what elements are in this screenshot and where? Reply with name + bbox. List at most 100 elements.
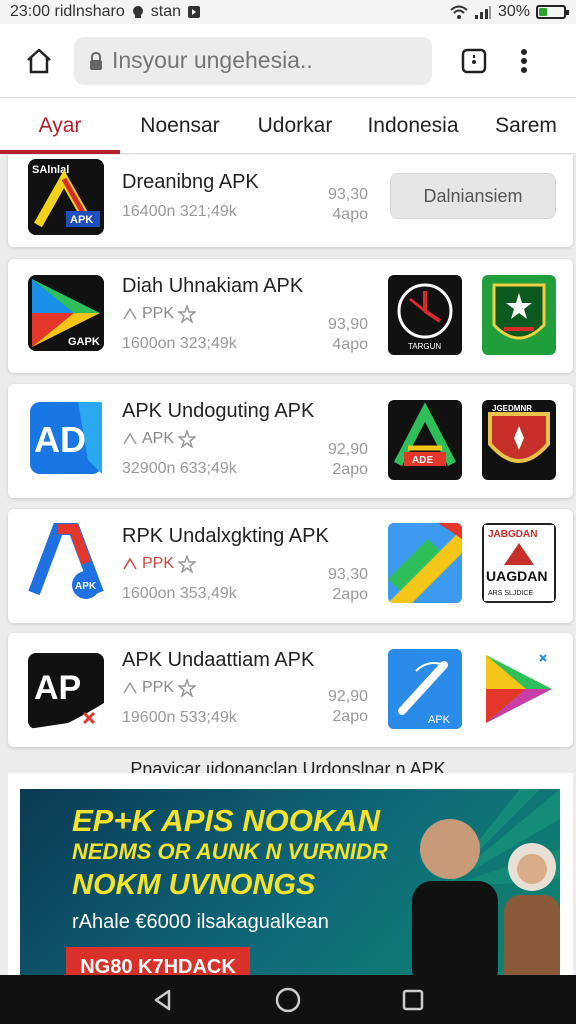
wifi-icon — [450, 5, 468, 19]
thumb-subtext: UAGDAN — [486, 568, 547, 584]
app-icon: AP — [28, 653, 104, 729]
app-rating: 93,30 4apo — [326, 185, 368, 225]
developer-name: PPK — [142, 555, 175, 572]
url-input[interactable] — [112, 47, 402, 74]
app-icon-text: AP — [34, 669, 81, 707]
rating-sub: 2apo — [332, 708, 368, 725]
developer-icon — [123, 557, 137, 570]
shield-emblem-icon: JGEDMNR — [488, 404, 550, 463]
star-icon — [178, 555, 197, 573]
app-title: Dreanibng APK — [122, 171, 259, 193]
app-meta: 16400n 321;49k — [122, 203, 237, 220]
screenshot-thumb[interactable]: APK — [388, 649, 462, 729]
tab-noensar[interactable]: Noensar — [120, 98, 240, 154]
home-button[interactable] — [14, 36, 64, 86]
clock-icon: TARGUN — [397, 283, 453, 351]
thumb-text: ADE — [412, 455, 433, 466]
app-icon: AD — [28, 400, 104, 476]
tab-sarem[interactable]: Sarem — [476, 98, 576, 154]
apk-badge: APK — [70, 214, 93, 226]
ade-logo-icon: ADE — [394, 402, 456, 467]
app-icon: GAPK — [28, 275, 104, 351]
screenshot-thumb[interactable] — [388, 523, 462, 603]
screenshot-thumb[interactable]: ADE — [388, 400, 462, 480]
app-icon-text: AD — [34, 419, 86, 460]
app-developer: PPK — [122, 555, 197, 573]
system-nav-bar — [0, 975, 576, 1024]
app-meta: 32900n 633;49k — [122, 460, 237, 477]
app-rating: 93,30 2apo — [326, 565, 368, 605]
developer-icon — [123, 432, 137, 445]
app-logo-icon: SAlnlal APK — [28, 159, 104, 235]
banner-tagline: NOKM UVNONGS — [72, 869, 316, 901]
app-card[interactable]: SAlnlal APK Dreanibng APK 16400n 321;49k… — [8, 155, 573, 247]
app-card[interactable]: AP APK Undaattiam APK PPK 19600n 533;49k… — [8, 633, 573, 747]
emblem-icon — [492, 283, 546, 340]
screenshot-thumb[interactable] — [482, 649, 556, 729]
app-title: APK Undoguting APK — [122, 400, 315, 422]
location-icon — [132, 6, 143, 18]
promo-banner[interactable]: EP+K APIS NOOKAN NEDMS OR AUNK N VURNIDR… — [20, 789, 560, 975]
screenshot-thumb[interactable]: TARGUN — [388, 275, 462, 355]
developer-icon — [123, 681, 137, 694]
battery-icon — [536, 5, 569, 19]
developer-name: PPK — [142, 679, 175, 696]
star-icon — [178, 305, 197, 323]
app-card[interactable]: AD APK Undoguting APK APK 32900n 633;49k… — [8, 384, 573, 498]
category-tabs: Ayar Noensar Udorkar Indonesia Sarem — [0, 98, 576, 154]
rating-value: 93,30 — [327, 186, 368, 203]
banner-subheadline: NEDMS OR AUNK N VURNIDR — [72, 839, 388, 864]
app-rating: 93,90 4apo — [326, 315, 368, 355]
app-list: SAlnlal APK Dreanibng APK 16400n 321;49k… — [0, 155, 576, 975]
tab-udorkar[interactable]: Udorkar — [240, 98, 350, 154]
thumb-text: JABGDAN — [488, 529, 537, 540]
app-title: Diah Uhnakiam APK — [122, 275, 304, 297]
developer-name: PPK — [142, 305, 175, 322]
pen-icon: APK — [388, 649, 462, 729]
status-time: 23:00 ridlnsharo — [10, 3, 125, 20]
overflow-menu-button[interactable] — [504, 39, 544, 83]
screenshot-thumb[interactable]: JABGDAN UAGDAN ARS SLJDICE — [482, 523, 556, 603]
more-vert-icon — [521, 48, 527, 73]
rating-value: 92,90 — [327, 441, 368, 458]
thumb-text: TARGUN — [408, 342, 441, 351]
maps-icon — [388, 523, 462, 603]
developer-icon — [123, 307, 137, 320]
notification-icon — [188, 6, 200, 18]
recents-button[interactable] — [391, 978, 435, 1022]
rating-sub: 4apo — [332, 336, 368, 353]
tab-indonesia[interactable]: Indonesia — [350, 98, 476, 154]
apk-badge: APK — [75, 581, 97, 592]
back-button[interactable] — [141, 978, 185, 1022]
app-title: APK Undaattiam APK — [122, 649, 315, 671]
apk-badge: GAPK — [68, 336, 100, 348]
app-meta: 19600n 533;49k — [122, 709, 237, 726]
thumb-text: APK — [428, 714, 451, 726]
star-icon — [178, 679, 197, 697]
app-rating: 92,90 2apo — [326, 687, 368, 727]
back-icon — [154, 989, 170, 1010]
screenshot-thumb[interactable] — [482, 275, 556, 355]
ad-app-icon: AD — [30, 402, 102, 474]
lock-icon — [90, 51, 102, 70]
app-card[interactable]: APK RPK Undalxgkting APK PPK 1600on 353,… — [8, 509, 573, 623]
home-nav-button[interactable] — [266, 978, 310, 1022]
rating-sub: 2apo — [332, 586, 368, 603]
screenshot-thumb[interactable]: JGEDMNR — [482, 400, 556, 480]
thumb-text: JGEDMNR — [492, 404, 532, 413]
rating-value: 93,30 — [327, 566, 368, 583]
download-button[interactable]: Dalniansiem — [390, 173, 556, 219]
recents-icon — [403, 989, 424, 1010]
ap-logo-icon: AP — [28, 653, 104, 729]
battery-level — [539, 8, 547, 16]
app-developer: PPK — [122, 305, 197, 323]
status-carrier: stan — [150, 3, 181, 20]
banner-cta-button[interactable]: NG80 K7HDACK — [66, 947, 250, 975]
rating-sub: 4apo — [332, 206, 368, 223]
app-card[interactable]: GAPK Diah Uhnakiam APK PPK 1600on 323;49… — [8, 259, 573, 373]
developer-name: APK — [142, 430, 175, 447]
tab-ayar[interactable]: Ayar — [0, 98, 120, 154]
address-bar[interactable] — [74, 36, 432, 85]
home-icon — [27, 48, 51, 73]
tab-switcher-button[interactable] — [452, 39, 496, 83]
